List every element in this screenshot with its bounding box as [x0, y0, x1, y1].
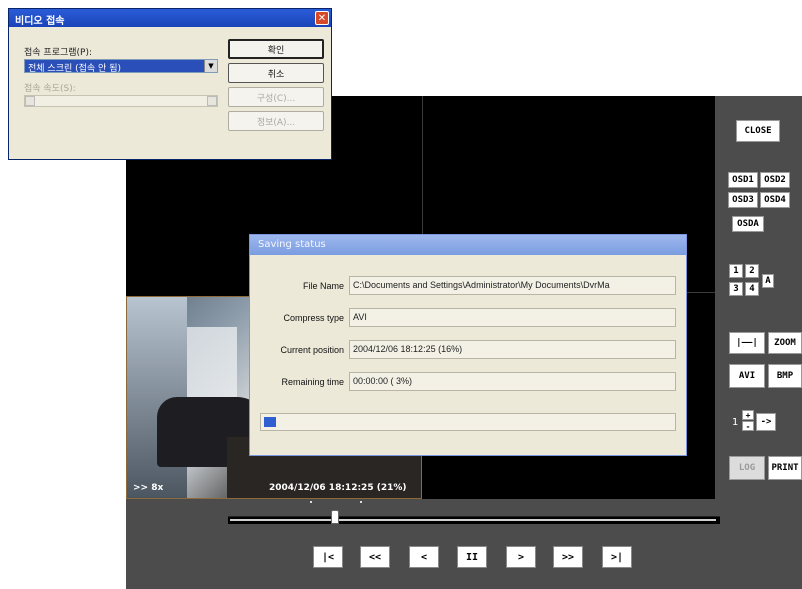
timeline-marker — [360, 501, 362, 503]
remaining-time-field: 00:00:00 ( 3%) — [349, 372, 676, 391]
first-frame-button[interactable]: |< — [313, 546, 343, 568]
timeline-marker — [310, 501, 312, 503]
split-2-button[interactable]: 2 — [745, 264, 759, 278]
avi-button[interactable]: AVI — [729, 364, 765, 388]
saving-progress-fill — [264, 417, 277, 427]
split-3-button[interactable]: 3 — [729, 282, 743, 296]
saving-dialog-title: Saving status — [250, 235, 686, 255]
playback-speed-label: >> 8x — [133, 483, 164, 493]
print-button[interactable]: PRINT — [768, 456, 802, 480]
fast-forward-button[interactable]: >> — [553, 546, 583, 568]
speed-slider[interactable] — [24, 95, 218, 107]
last-frame-button[interactable]: >| — [602, 546, 632, 568]
program-select[interactable]: 전체 스크린 (접속 안 됨) ▼ — [24, 59, 218, 74]
step-up-button[interactable]: + — [742, 410, 754, 420]
camera-timestamp: 2004/12/06 18:12:25 (21%) — [269, 483, 407, 493]
split-4-button[interactable]: 4 — [745, 282, 759, 296]
bmp-button[interactable]: BMP — [768, 364, 802, 388]
play-button[interactable]: > — [506, 546, 536, 568]
video-connect-dialog: 비디오 접속 ✕ 접속 프로그램(P): 전체 스크린 (접속 안 됨) ▼ 접… — [8, 8, 332, 160]
file-name-field: C:\Documents and Settings\Administrator\… — [349, 276, 676, 295]
remaining-time-label: Remaining time — [281, 377, 344, 387]
connect-dialog-title: 비디오 접속 — [9, 9, 331, 27]
osda-button[interactable]: OSDA — [732, 216, 764, 232]
file-name-label: File Name — [302, 281, 344, 291]
chevron-down-icon[interactable]: ▼ — [204, 60, 217, 72]
osd2-button[interactable]: OSD2 — [760, 172, 790, 188]
info-button[interactable]: 정보(A)... — [228, 111, 324, 131]
ok-button[interactable]: 확인 — [228, 39, 324, 59]
speed-label: 접속 속도(S): — [24, 84, 76, 94]
pause-button[interactable]: II — [457, 546, 487, 568]
range-button[interactable]: |——| — [729, 332, 765, 354]
compress-type-field: AVI — [349, 308, 676, 327]
split-all-button[interactable]: A — [762, 274, 774, 288]
slider-left-arrow[interactable] — [25, 96, 35, 106]
step-back-button[interactable]: < — [409, 546, 439, 568]
split-1-button[interactable]: 1 — [729, 264, 743, 278]
saving-status-dialog: Saving status File Name C:\Documents and… — [249, 234, 687, 456]
zoom-button[interactable]: ZOOM — [768, 332, 802, 354]
close-button[interactable]: CLOSE — [736, 120, 780, 142]
configure-button[interactable]: 구성(C)... — [228, 87, 324, 107]
osd1-button[interactable]: OSD1 — [728, 172, 758, 188]
current-position-label: Current position — [280, 345, 344, 355]
saving-progress-bar — [260, 413, 676, 431]
timeline-line — [230, 519, 716, 521]
log-button[interactable]: LOG — [729, 456, 765, 480]
compress-type-label: Compress type — [283, 313, 344, 323]
cancel-button[interactable]: 취소 — [228, 63, 324, 83]
step-go-button[interactable]: -> — [756, 413, 776, 431]
current-position-field: 2004/12/06 18:12:25 (16%) — [349, 340, 676, 359]
program-label: 접속 프로그램(P): — [24, 48, 93, 58]
timeline-slider-handle[interactable] — [331, 510, 340, 524]
slider-right-arrow[interactable] — [207, 96, 217, 106]
fast-rewind-button[interactable]: << — [360, 546, 390, 568]
screen: >> 8x 2004/12/06 18:12:25 (21%) CLOSE OS… — [0, 0, 802, 589]
close-icon[interactable]: ✕ — [315, 11, 329, 25]
osd4-button[interactable]: OSD4 — [760, 192, 790, 208]
osd3-button[interactable]: OSD3 — [728, 192, 758, 208]
step-down-button[interactable]: - — [742, 421, 754, 431]
program-select-value: 전체 스크린 (접속 안 됨) — [28, 64, 121, 74]
step-value: 1 — [732, 417, 739, 428]
